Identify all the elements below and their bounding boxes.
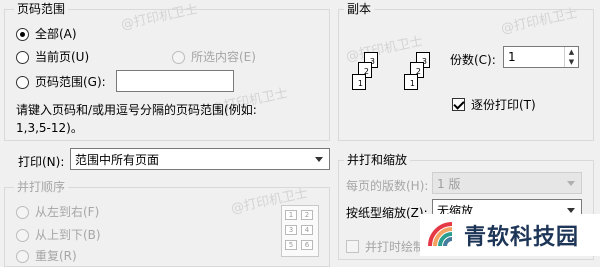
- radio-left-to-right-label: 从左到右(F): [35, 205, 100, 219]
- page-range-hint-example: 1,3,5-12)。: [16, 121, 83, 135]
- collate-stack-icon: 3 2 1: [346, 52, 386, 102]
- radio-current-page[interactable]: 当前页(U): [16, 50, 89, 64]
- pages-per-sheet-dropdown[interactable]: 1 版: [432, 172, 582, 194]
- pages-per-sheet-value: 1 版: [437, 176, 461, 191]
- zoom-title: 并打和缩放: [344, 153, 411, 167]
- stepper-buttons[interactable]: ▲ ▼: [564, 47, 578, 67]
- radio-dot: [16, 249, 29, 263]
- radio-current-label: 当前页(U): [35, 50, 90, 64]
- print-order-preview: 1 2 3 4 5 6: [281, 205, 319, 257]
- radio-dot: [172, 50, 185, 64]
- radio-dot: [16, 27, 29, 41]
- copies-count-label: 份数(C):: [450, 53, 496, 67]
- print-what-value: 范围中所有页面: [75, 152, 160, 167]
- brand-name: 青软科技园: [464, 225, 580, 250]
- collate-stack-icon: 3 2 1: [398, 52, 438, 102]
- radio-top-to-bottom[interactable]: 从上到下(B): [16, 228, 101, 242]
- preview-cell: 1: [285, 210, 297, 220]
- radio-left-to-right[interactable]: 从左到右(F): [16, 205, 99, 219]
- preview-cell: 5: [285, 240, 297, 250]
- chevron-down-icon: [315, 157, 323, 162]
- copies-count-value: 1: [508, 50, 516, 64]
- radio-all-pages[interactable]: 全部(A): [16, 27, 77, 41]
- chevron-down-icon: [567, 208, 575, 213]
- print-order-title: 并打顺序: [14, 180, 69, 194]
- page-icon: 1: [404, 74, 418, 90]
- radio-dot: [16, 75, 29, 89]
- checkbox-box: [452, 98, 465, 111]
- collate-label: 逐份打印(T): [471, 98, 536, 112]
- chevron-down-icon: [567, 181, 575, 186]
- print-what-label: 打印(N):: [18, 155, 65, 169]
- spin-up-icon[interactable]: ▲: [565, 47, 578, 57]
- pages-per-sheet-label: 每页的版数(H):: [346, 179, 429, 193]
- radio-selection-label: 所选内容(E): [191, 50, 256, 64]
- radio-dot: [16, 228, 29, 242]
- copies-title: 副本: [344, 2, 375, 16]
- page-range-title: 页码范围: [14, 2, 69, 16]
- print-what-dropdown[interactable]: 范围中所有页面: [70, 148, 330, 170]
- radio-all-label: 全部(A): [35, 27, 77, 41]
- page-range-hint: 请键入页码和/或用逗号分隔的页码范围(例如:: [16, 103, 257, 117]
- radio-page-numbers[interactable]: 页码范围(G):: [16, 75, 106, 89]
- radio-repeat-label: 重复(R): [35, 249, 77, 263]
- collate-checkbox[interactable]: 逐份打印(T): [452, 96, 536, 113]
- radio-dot: [16, 50, 29, 64]
- page-numbers-input[interactable]: [116, 70, 234, 92]
- preview-cell: 4: [301, 225, 313, 235]
- preview-cell: 2: [301, 210, 313, 220]
- brand-logo: 青软科技园: [420, 214, 600, 256]
- spin-down-icon[interactable]: ▼: [565, 57, 578, 67]
- copies-count-stepper[interactable]: 1 ▲ ▼: [503, 46, 579, 68]
- page-icon: 1: [352, 74, 366, 90]
- radio-dot: [16, 205, 29, 219]
- checkbox-box: [346, 240, 359, 253]
- radio-repeat[interactable]: 重复(R): [16, 249, 77, 263]
- radio-selection[interactable]: 所选内容(E): [172, 50, 256, 64]
- radio-top-to-bottom-label: 从上到下(B): [35, 228, 101, 242]
- preview-cell: 6: [301, 240, 313, 250]
- preview-cell: 3: [285, 225, 297, 235]
- brand-logo-icon: [428, 222, 453, 247]
- radio-page-numbers-label: 页码范围(G):: [35, 75, 106, 89]
- scale-to-paper-label: 按纸型缩放(Z):: [346, 206, 428, 220]
